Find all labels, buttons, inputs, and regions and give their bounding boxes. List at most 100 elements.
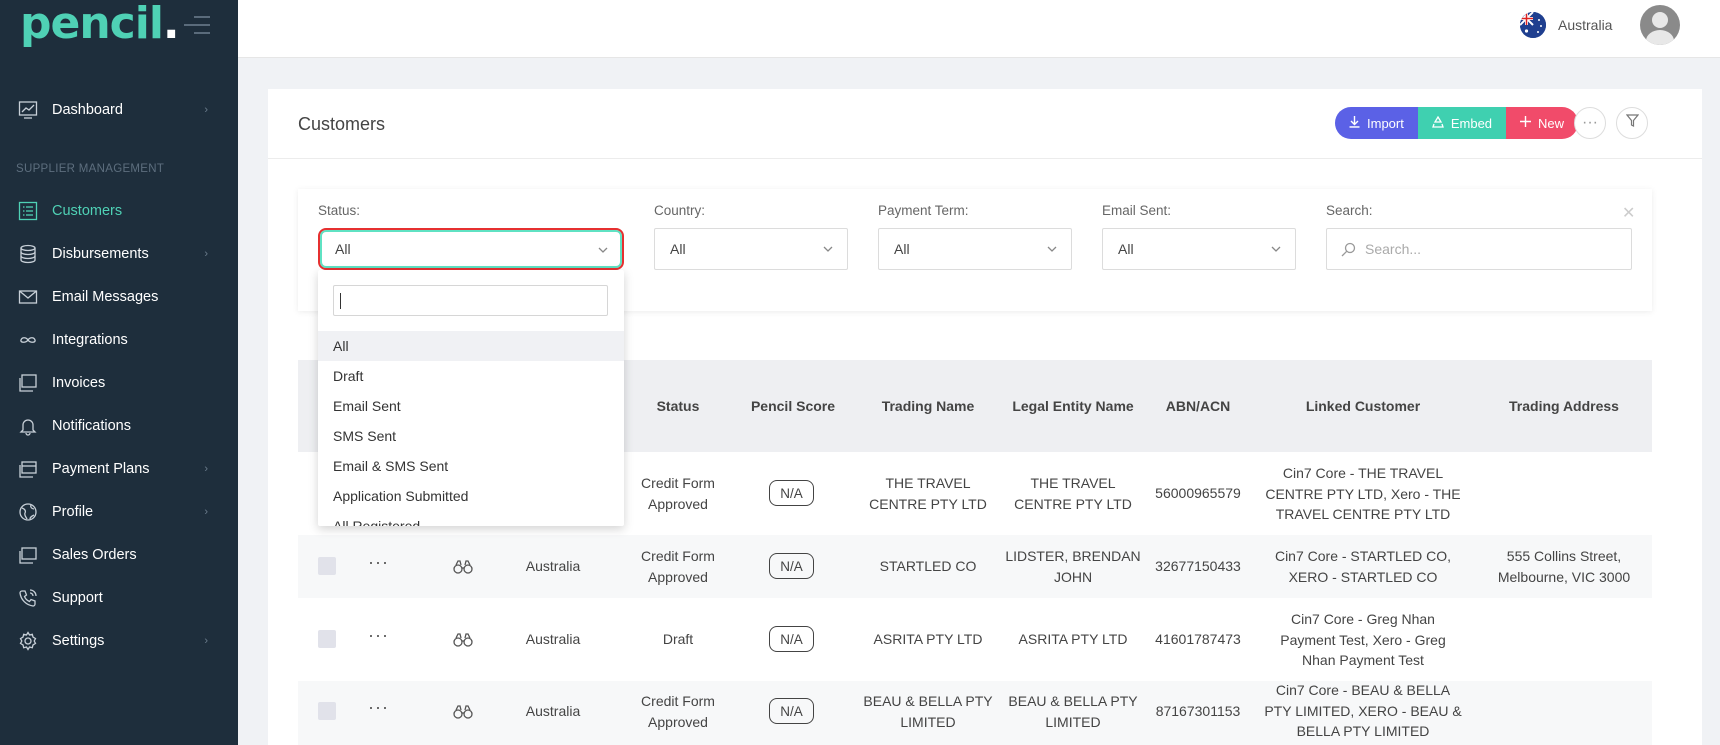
country-cell: Australia <box>525 703 581 719</box>
recycle-icon <box>1431 115 1444 131</box>
new-button[interactable]: New <box>1506 107 1579 139</box>
sidebar-item-notifications[interactable]: Notifications <box>0 408 238 444</box>
dropdown-option-all[interactable]: All <box>318 331 624 361</box>
binoculars-icon[interactable] <box>453 560 473 574</box>
hamburger-menu-icon[interactable] <box>184 16 210 36</box>
column-header-legal-entity-name[interactable]: Legal Entity Name <box>1003 398 1143 414</box>
row-actions-ellipsis-icon[interactable]: ··· <box>368 625 389 646</box>
row-actions-ellipsis-icon[interactable]: ··· <box>368 697 389 718</box>
column-header-status[interactable]: Status <box>638 398 718 414</box>
linked-customer-cell: Cin7 Core - THE TRAVEL CENTRE PTY LTD, X… <box>1265 465 1461 522</box>
dropdown-option-draft[interactable]: Draft <box>318 361 624 391</box>
country-filter-label: Country: <box>654 203 706 218</box>
import-button[interactable]: Import <box>1335 107 1418 139</box>
payment-term-filter-select[interactable]: All <box>878 228 1072 270</box>
status-cell: Credit Form Approved <box>641 548 715 585</box>
chevron-down-icon <box>1271 246 1281 252</box>
sidebar-item-customers[interactable]: Customers <box>0 193 238 229</box>
sidebar-item-disbursements[interactable]: Disbursements › <box>0 236 238 272</box>
logo-row: pencil. <box>0 0 238 56</box>
sidebar-item-settings[interactable]: Settings › <box>0 623 238 659</box>
pencil-score-badge: N/A <box>769 553 814 579</box>
user-avatar[interactable] <box>1640 5 1680 45</box>
sidebar-item-profile[interactable]: Profile › <box>0 494 238 530</box>
column-header-pencil-score[interactable]: Pencil Score <box>738 398 848 414</box>
filter-button[interactable] <box>1616 107 1648 139</box>
email-sent-filter-label: Email Sent: <box>1102 203 1172 218</box>
country-cell: Australia <box>525 631 581 647</box>
embed-button[interactable]: Embed <box>1417 107 1507 139</box>
pencil-score-badge: N/A <box>769 626 814 652</box>
dropdown-search-input[interactable] <box>333 285 608 316</box>
sidebar-item-label: Profile <box>52 504 94 520</box>
download-icon <box>1349 115 1360 131</box>
payment-plan-icon <box>18 459 38 479</box>
column-header-trading-name[interactable]: Trading Name <box>858 398 998 414</box>
more-options-button[interactable]: ··· <box>1574 107 1606 139</box>
abn-cell: 56000965579 <box>1155 485 1241 501</box>
linked-customer-cell: Cin7 Core - BEAU & BELLA PTY LIMITED, XE… <box>1264 682 1462 739</box>
linked-customer-cell: Cin7 Core - STARTLED CO, XERO - STARTLED… <box>1274 548 1452 585</box>
globe-icon <box>18 502 38 522</box>
sidebar-item-label: Customers <box>52 203 123 219</box>
sidebar-item-label: Disbursements <box>52 246 149 262</box>
coins-stack-icon <box>18 244 38 264</box>
row-checkbox[interactable] <box>318 557 336 575</box>
table-row[interactable]: ··· Australia Draft N/A ASRITA PTY LTD A… <box>298 598 1652 681</box>
sidebar-item-dashboard[interactable]: Dashboard › <box>0 92 238 128</box>
row-checkbox[interactable] <box>318 702 336 720</box>
sidebar-item-label: Invoices <box>52 375 106 391</box>
chevron-down-icon <box>823 246 833 252</box>
trading-name-cell: THE TRAVEL CENTRE PTY LTD <box>869 475 987 512</box>
action-button-group: Import Embed New <box>1335 107 1579 139</box>
dropdown-option-all-registered[interactable]: All Registered <box>318 511 624 526</box>
sidebar-item-label: Email Messages <box>52 289 159 305</box>
dropdown-option-email-sms-sent[interactable]: Email & SMS Sent <box>318 451 624 481</box>
sidebar-item-email-messages[interactable]: Email Messages <box>0 279 238 315</box>
support-phone-icon <box>18 588 38 608</box>
status-cell: Draft <box>662 631 694 647</box>
status-cell: Credit Form Approved <box>641 475 715 512</box>
sidebar-item-label: Dashboard <box>52 102 123 118</box>
sales-orders-icon <box>18 545 38 565</box>
sidebar-item-support[interactable]: Support <box>0 580 238 616</box>
legal-entity-cell: THE TRAVEL CENTRE PTY LTD <box>1014 475 1132 512</box>
bell-icon <box>18 416 38 436</box>
close-filters-icon[interactable]: ✕ <box>1622 203 1635 223</box>
envelope-icon <box>18 287 38 307</box>
search-input[interactable]: Search... <box>1326 228 1632 270</box>
status-filter-select[interactable]: All <box>318 228 624 270</box>
sidebar-item-sales-orders[interactable]: Sales Orders <box>0 537 238 573</box>
sidebar-item-integrations[interactable]: Integrations <box>0 322 238 358</box>
column-header-trading-address[interactable]: Trading Address <box>1476 398 1652 414</box>
country-selector-label[interactable]: Australia <box>1558 17 1612 33</box>
search-label: Search: <box>1326 203 1373 218</box>
dropdown-option-application-submitted[interactable]: Application Submitted <box>318 481 624 511</box>
chevron-right-icon: › <box>204 104 208 116</box>
dropdown-option-email-sent[interactable]: Email Sent <box>318 391 624 421</box>
pencil-logo[interactable]: pencil. <box>20 2 180 46</box>
chevron-down-icon <box>1047 246 1057 252</box>
dropdown-option-sms-sent[interactable]: SMS Sent <box>318 421 624 451</box>
country-filter-select[interactable]: All <box>654 228 848 270</box>
row-checkbox[interactable] <box>318 630 336 648</box>
column-header-linked-customer[interactable]: Linked Customer <box>1263 398 1463 414</box>
sidebar-item-payment-plans[interactable]: Payment Plans › <box>0 451 238 487</box>
status-cell: Credit Form Approved <box>641 693 715 730</box>
top-bar <box>238 0 1720 58</box>
binoculars-icon[interactable] <box>453 705 473 719</box>
column-header-abn-acn[interactable]: ABN/ACN <box>1148 398 1248 414</box>
status-filter-label: Status: <box>318 203 361 218</box>
sidebar-item-invoices[interactable]: Invoices <box>0 365 238 401</box>
sidebar-item-label: Support <box>52 590 103 606</box>
table-row[interactable]: ··· Australia Credit Form Approved N/A B… <box>298 681 1652 745</box>
table-row[interactable]: ··· Australia Credit Form Approved N/A S… <box>298 535 1652 598</box>
row-actions-ellipsis-icon[interactable]: ··· <box>368 552 389 573</box>
email-sent-filter-select[interactable]: All <box>1102 228 1296 270</box>
text-cursor <box>340 293 341 309</box>
binoculars-icon[interactable] <box>453 633 473 647</box>
legal-entity-cell: BEAU & BELLA PTY LIMITED <box>1008 693 1138 730</box>
australia-flag-icon[interactable] <box>1520 12 1546 38</box>
gear-icon <box>18 631 38 651</box>
sidebar-item-label: Payment Plans <box>52 461 150 477</box>
